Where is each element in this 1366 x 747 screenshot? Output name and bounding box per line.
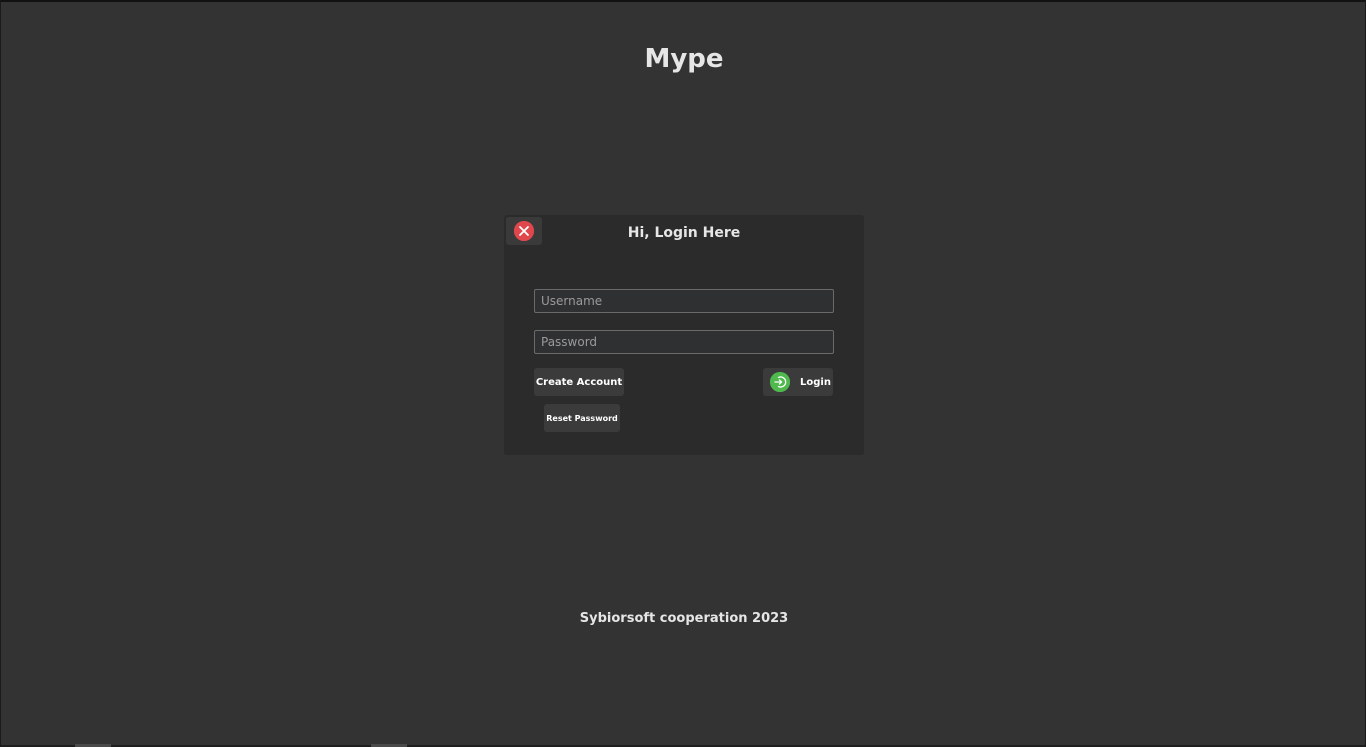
login-heading: Hi, Login Here bbox=[627, 225, 741, 241]
create-account-button[interactable]: Create Account bbox=[534, 368, 624, 396]
login-label: Login bbox=[800, 376, 831, 388]
login-panel: Hi, Login Here Create Account Login Rese… bbox=[504, 215, 864, 455]
reset-password-button[interactable]: Reset Password bbox=[544, 404, 620, 432]
login-button[interactable]: Login bbox=[763, 368, 833, 396]
username-input[interactable] bbox=[534, 289, 834, 313]
password-input[interactable] bbox=[534, 330, 834, 354]
footer-copyright: Sybiorsoft cooperation 2023 bbox=[579, 611, 789, 626]
reset-password-label: Reset Password bbox=[546, 413, 618, 423]
login-icon bbox=[770, 372, 790, 392]
create-account-label: Create Account bbox=[535, 376, 623, 388]
app-title: Mype bbox=[644, 44, 724, 74]
app-window: Mype Hi, Login Here Create Account bbox=[0, 0, 1366, 747]
